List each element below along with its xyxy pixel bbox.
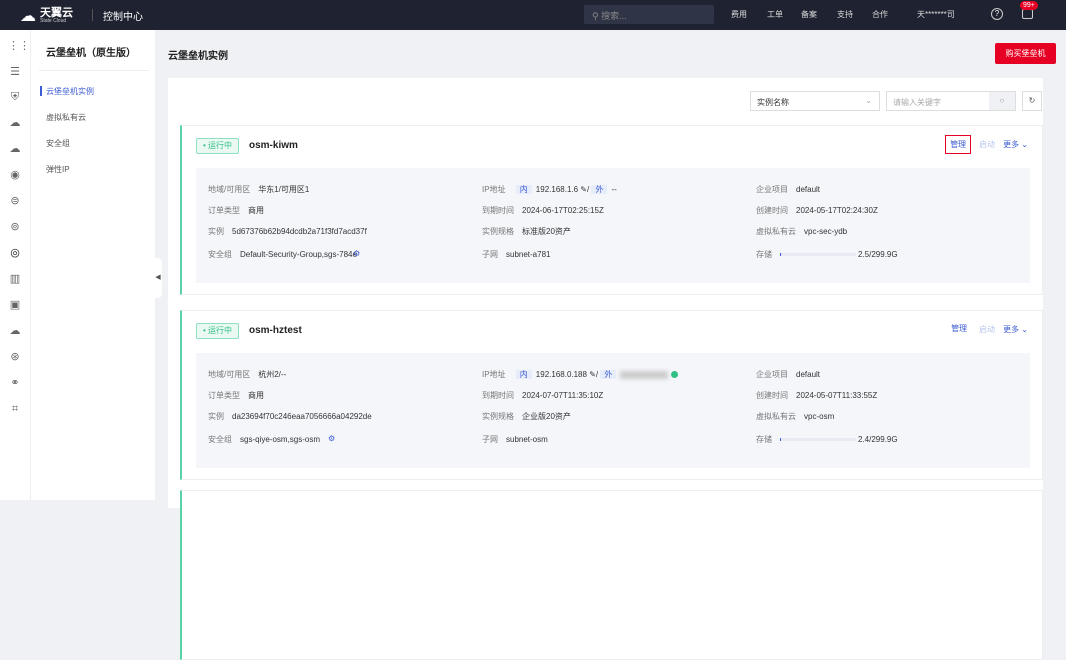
sidebar: 云堡垒机（原生版） 云堡垒机实例 虚拟私有云 安全组 弹性IP	[31, 30, 155, 500]
icon-rail: ⋮⋮ ☰ ⛨ ☁ ☁ ◉ ⊜ ⊚ ◎ ▥ ▣ ☁ ⊛ ⚭ ⌗	[0, 30, 31, 500]
manage-button[interactable]: 管理	[947, 320, 971, 337]
top-bar: ☁ 天翼云 State Cloud 控制中心 ⚲ 搜索... 费用 工单 备案 支…	[0, 0, 1066, 30]
security-group-info-icon[interactable]: ⚙	[353, 249, 360, 258]
sidebar-item-eip[interactable]: 弹性IP	[46, 164, 70, 175]
list-icon[interactable]: ☰	[8, 65, 22, 79]
instance-card	[180, 490, 1043, 660]
more-menu[interactable]: 更多 ⌄	[1003, 324, 1028, 337]
swap-icon[interactable]: ⊜	[8, 194, 22, 208]
manage-button[interactable]: 管理	[945, 135, 972, 154]
inner-ip-tag: 内	[515, 370, 532, 379]
chevron-down-icon: ⌄	[865, 96, 872, 105]
instance-card: • 运行中 osm-hztest 管理 启动 更多 ⌄ 地域/可用区 杭州2/--…	[180, 310, 1043, 480]
check-icon	[670, 371, 678, 379]
message-badge: 99+	[1020, 1, 1038, 10]
sidebar-item-instances[interactable]: 云堡垒机实例	[40, 86, 94, 97]
more-menu[interactable]: 更多 ⌄	[1003, 139, 1028, 154]
nav-ticket[interactable]: 工单	[767, 9, 783, 20]
masked-ip	[620, 370, 669, 379]
cloud-icon[interactable]: ☁	[8, 116, 22, 130]
search-button[interactable]: ○	[989, 92, 1015, 110]
logo[interactable]: ☁ 天翼云 State Cloud	[20, 6, 73, 26]
refresh-button[interactable]: ↻	[1022, 91, 1042, 111]
sidebar-title: 云堡垒机（原生版）	[46, 48, 136, 59]
collapse-sidebar-button[interactable]: ◀	[154, 258, 162, 298]
network-icon[interactable]: ⚭	[8, 376, 22, 390]
divider	[92, 9, 93, 21]
nav-support[interactable]: 支持	[837, 9, 853, 20]
disk-icon[interactable]: ⊚	[8, 220, 22, 234]
cloud-logo-icon: ☁	[20, 8, 36, 25]
instance-name[interactable]: osm-hztest	[249, 325, 302, 336]
start-button[interactable]: 启动	[979, 139, 995, 154]
outer-ip-tag: 外	[600, 370, 617, 379]
cloud-icon[interactable]: ☁	[8, 324, 22, 338]
status-badge: • 运行中	[196, 138, 240, 154]
status-badge: • 运行中	[196, 323, 240, 339]
instance-name[interactable]: osm-kiwm	[249, 140, 298, 151]
user-menu[interactable]: 天*******司	[917, 9, 955, 20]
global-search-input[interactable]: ⚲ 搜索...	[584, 5, 714, 24]
inner-ip-tag: 内	[515, 185, 532, 194]
console-link[interactable]: 控制中心	[103, 8, 143, 23]
nav-fee[interactable]: 费用	[731, 9, 747, 20]
server-icon[interactable]: ▥	[8, 272, 22, 286]
keyword-input[interactable]: 请输入关键字 ○	[886, 91, 1016, 111]
instance-card: • 运行中 osm-kiwm 管理 启动 更多 ⌄ 地域/可用区 华东1/可用区1…	[180, 125, 1043, 295]
sidebar-item-vpc[interactable]: 虚拟私有云	[46, 112, 86, 123]
buy-bastion-button[interactable]: 购买堡垒机	[995, 43, 1056, 64]
sidebar-item-security-group[interactable]: 安全组	[46, 138, 70, 149]
start-button[interactable]: 启动	[979, 324, 995, 337]
help-icon[interactable]: ?	[991, 8, 1003, 20]
grid-icon[interactable]: ⋮⋮	[8, 39, 30, 53]
storage-progress	[780, 253, 856, 257]
chevron-down-icon: ⌄	[1021, 325, 1028, 334]
storage-progress	[780, 438, 856, 442]
chevron-down-icon: ⌄	[1021, 140, 1028, 149]
cloud-icon[interactable]: ☁	[8, 142, 22, 156]
shield-icon[interactable]: ⛨	[8, 90, 22, 104]
bastion-icon[interactable]: ◎	[8, 246, 22, 260]
security-group-info-icon[interactable]: ⚙	[328, 434, 335, 443]
storage-icon[interactable]: ▣	[8, 298, 22, 312]
nav-partner[interactable]: 合作	[872, 9, 888, 20]
instance-details: 地域/可用区 杭州2/-- 订单类型 商用 实例 da23694f70c246eaa705…	[196, 353, 1030, 468]
edit-icon[interactable]: ✎	[589, 370, 596, 379]
outer-ip-tag: 外	[591, 185, 608, 194]
instance-details: 地域/可用区 华东1/可用区1 订单类型 商用 实例 5d67376b62b94dcdb2…	[196, 168, 1030, 283]
message-icon[interactable]	[1022, 9, 1033, 19]
database-icon[interactable]: ⊛	[8, 350, 22, 364]
scan-icon[interactable]: ⌗	[8, 402, 22, 416]
nav-filing[interactable]: 备案	[801, 9, 817, 20]
filter-field-select[interactable]: 实例名称 ⌄	[750, 91, 880, 111]
edit-icon[interactable]: ✎	[580, 185, 587, 194]
divider	[39, 70, 149, 71]
page-title: 云堡垒机实例	[168, 51, 228, 62]
eye-icon[interactable]: ◉	[8, 168, 22, 182]
search-icon: ⚲	[592, 11, 602, 21]
